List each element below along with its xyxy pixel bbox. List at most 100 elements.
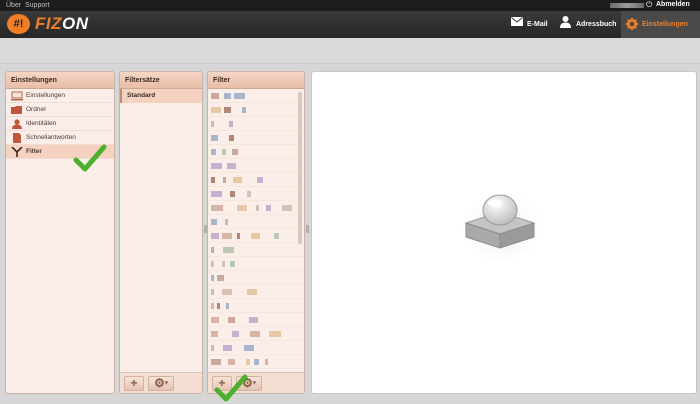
redacted-text	[222, 289, 232, 295]
filter-list-item[interactable]	[208, 299, 304, 313]
filter-list-item[interactable]	[208, 327, 304, 341]
redacted-text	[230, 191, 235, 197]
redacted-text	[225, 219, 228, 225]
redacted-text	[247, 289, 257, 295]
filter-list-item[interactable]	[208, 117, 304, 131]
filter-list-item[interactable]	[208, 271, 304, 285]
link-about[interactable]: Über	[6, 2, 21, 9]
filtersets-panel: Filtersätze Standard + ⚙▾	[119, 71, 203, 394]
monitor-icon	[11, 91, 23, 101]
redacted-text	[256, 205, 259, 211]
filter-list-panel: Filter + ⚙▾	[207, 71, 305, 394]
redacted-text	[242, 107, 246, 113]
filter-list-item[interactable]	[208, 159, 304, 173]
redacted-text	[266, 205, 271, 211]
filter-placeholder-icon	[462, 192, 542, 260]
filtersets-footer: + ⚙▾	[120, 372, 202, 393]
redacted-text	[246, 359, 250, 365]
filter-list-item[interactable]	[208, 145, 304, 159]
gear-icon: ⚙	[154, 376, 165, 390]
filter-list-item[interactable]	[208, 229, 304, 243]
redacted-text	[211, 233, 219, 239]
filter-list-scrollbar[interactable]	[298, 92, 302, 244]
redacted-text	[211, 275, 214, 281]
document-icon	[13, 133, 21, 143]
redacted-text	[211, 345, 214, 351]
redacted-text	[222, 261, 225, 267]
redacted-text	[211, 289, 214, 295]
nav-email-label: E-Mail	[527, 21, 548, 28]
redacted-text	[249, 317, 258, 323]
settings-item-preferences[interactable]: Einstellungen	[6, 89, 114, 103]
nav-settings[interactable]: Einstellungen	[621, 11, 700, 38]
redacted-text	[211, 317, 219, 323]
filter-list-item[interactable]	[208, 243, 304, 257]
redacted-text	[211, 303, 214, 309]
filter-list-item[interactable]	[208, 355, 304, 369]
chevron-down-icon: ▾	[252, 380, 256, 387]
filter-list-item[interactable]	[208, 215, 304, 229]
redacted-text	[274, 233, 279, 239]
redacted-text	[211, 149, 216, 155]
redacted-text	[211, 261, 214, 267]
filter-list-item[interactable]	[208, 285, 304, 299]
logout-link[interactable]: Abmelden	[656, 1, 690, 8]
redacted-text	[211, 93, 219, 99]
redacted-text	[217, 275, 224, 281]
filtersets-panel-title: Filtersätze	[120, 72, 202, 89]
redacted-text	[211, 177, 215, 183]
filterset-item-standard[interactable]: Standard	[120, 89, 202, 103]
redacted-text	[229, 135, 234, 141]
redacted-text	[211, 163, 222, 169]
filter-list-item[interactable]	[208, 89, 304, 103]
redacted-text	[211, 205, 223, 211]
redacted-text	[228, 317, 235, 323]
person-icon	[560, 16, 571, 28]
redacted-text	[251, 233, 260, 239]
redacted-text	[211, 121, 214, 127]
settings-item-label: Schnellantworten	[26, 134, 76, 141]
filter-list-item[interactable]	[208, 131, 304, 145]
logo-part-1: FIZ	[35, 14, 62, 33]
nav-email[interactable]: E-Mail	[510, 11, 555, 38]
filter-list-item[interactable]	[208, 341, 304, 355]
redacted-text	[211, 191, 222, 197]
redacted-text	[237, 233, 240, 239]
panel-resize-handle[interactable]	[306, 225, 309, 233]
nav-addressbook-label: Adressbuch	[576, 21, 617, 28]
settings-item-responses[interactable]: Schnellantworten	[6, 131, 114, 145]
redacted-text	[257, 177, 263, 183]
redacted-text	[234, 93, 245, 99]
settings-item-identities[interactable]: Identitäten	[6, 117, 114, 131]
redacted-text	[244, 345, 254, 351]
filter-list-item[interactable]	[208, 201, 304, 215]
redacted-text	[237, 205, 247, 211]
logo-badge: #!	[7, 14, 30, 34]
redacted-text	[227, 163, 236, 169]
redacted-text	[233, 177, 242, 183]
settings-panel-title: Einstellungen	[6, 72, 114, 89]
filter-list-item[interactable]	[208, 313, 304, 327]
identity-icon	[12, 119, 22, 129]
redacted-text	[228, 359, 235, 365]
redacted-text	[211, 331, 218, 337]
filter-list	[208, 89, 304, 369]
settings-item-label: Ordner	[26, 106, 47, 113]
settings-item-folders[interactable]: Ordner	[6, 103, 114, 117]
settings-item-label: Einstellungen	[26, 92, 66, 99]
logo-part-2: ON	[62, 14, 89, 33]
redacted-text	[232, 331, 239, 337]
filter-list-item[interactable]	[208, 103, 304, 117]
redacted-text	[230, 261, 235, 267]
filterset-actions-button[interactable]: ⚙▾	[148, 376, 174, 391]
filter-list-item[interactable]	[208, 257, 304, 271]
filter-list-item[interactable]	[208, 173, 304, 187]
panel-resize-handle[interactable]	[204, 225, 207, 233]
add-filterset-button[interactable]: +	[124, 376, 144, 391]
nav-addressbook[interactable]: Adressbuch	[558, 11, 618, 38]
link-support[interactable]: Support	[25, 2, 50, 9]
redacted-text	[254, 359, 259, 365]
filter-panel-title: Filter	[208, 72, 304, 89]
filter-list-item[interactable]	[208, 187, 304, 201]
power-icon[interactable]: ⏻	[646, 0, 655, 10]
